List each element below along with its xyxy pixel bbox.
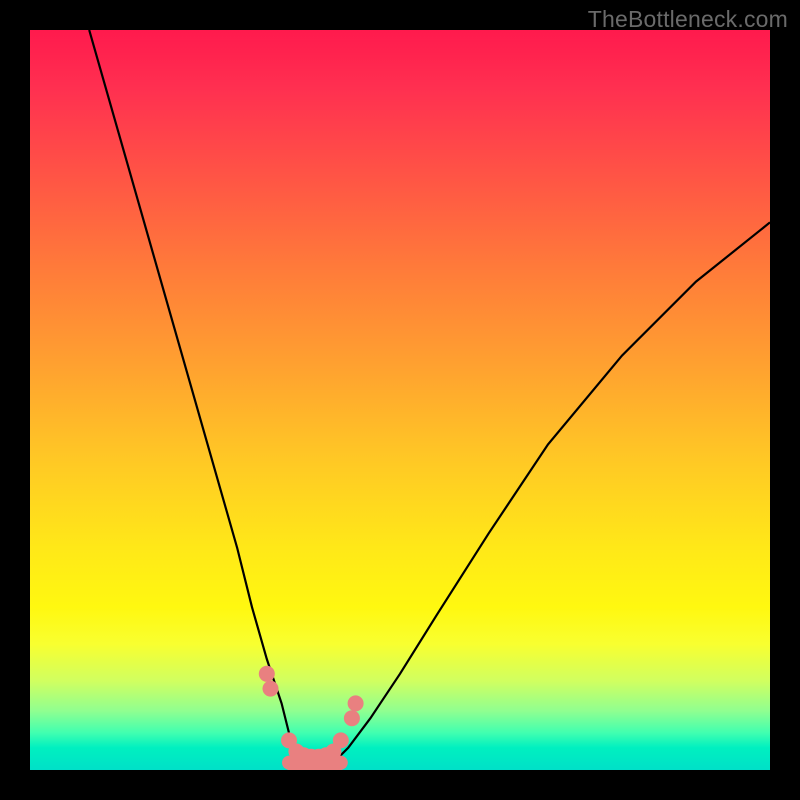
data-marker <box>348 695 364 711</box>
watermark-text: TheBottleneck.com <box>588 6 788 33</box>
data-marker <box>344 710 360 726</box>
chart-svg <box>30 30 770 770</box>
data-marker <box>259 666 275 682</box>
left-curve-line <box>89 30 304 763</box>
curve-lines <box>89 30 770 768</box>
data-marker <box>333 732 349 748</box>
data-marker <box>263 681 279 697</box>
chart-plot-area <box>30 30 770 770</box>
right-curve-line <box>333 222 770 762</box>
